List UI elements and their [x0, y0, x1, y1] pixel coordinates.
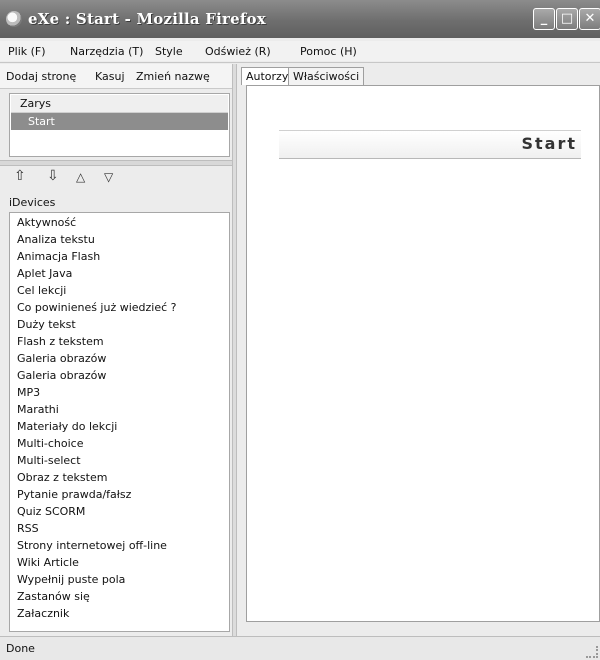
menu-refresh[interactable]: Odśwież (R) — [205, 45, 271, 58]
list-item[interactable]: Co powinieneś już wiedzieć ? — [17, 301, 177, 314]
list-item[interactable]: Duży tekst — [17, 318, 76, 331]
resize-grip-icon[interactable] — [586, 646, 598, 658]
move-down-icon[interactable]: ▽ — [104, 170, 113, 184]
list-item[interactable]: Materiały do lekcji — [17, 420, 117, 433]
page-title-bar: Start — [279, 130, 581, 159]
promote-icon[interactable]: ⇧ — [14, 168, 26, 184]
outline-move-controls: ⇧ ⇩ △ ▽ — [0, 166, 232, 190]
list-item[interactable]: Marathi — [17, 403, 59, 416]
menu-bar: Plik (F) Narzędzia (T) Style Odśwież (R)… — [0, 41, 600, 61]
list-item[interactable]: Pytanie prawda/fałsz — [17, 488, 131, 501]
outline-toolbar: Dodaj stronę Kasuj Zmień nazwę — [0, 64, 232, 89]
list-item[interactable]: Cel lekcji — [17, 284, 66, 297]
add-page-button[interactable]: Dodaj stronę — [6, 70, 76, 83]
menu-style[interactable]: Style — [155, 45, 183, 58]
window-title: eXe : Start - Mozilla Firefox — [28, 10, 266, 28]
status-text: Done — [6, 642, 35, 655]
move-up-icon[interactable]: △ — [76, 170, 85, 184]
menu-tools[interactable]: Narzędzia (T) — [70, 45, 143, 58]
list-item[interactable]: Flash z tekstem — [17, 335, 104, 348]
list-item[interactable]: Galeria obrazów — [17, 369, 106, 382]
list-item[interactable]: Aktywność — [17, 216, 76, 229]
status-bar: Done — [0, 636, 600, 660]
list-item[interactable]: Galeria obrazów — [17, 352, 106, 365]
list-item[interactable]: Analiza tekstu — [17, 233, 95, 246]
list-item[interactable]: Obraz z tekstem — [17, 471, 107, 484]
outline-tree: Zarys Start — [9, 93, 230, 157]
demote-icon[interactable]: ⇩ — [47, 168, 59, 184]
delete-button[interactable]: Kasuj — [95, 70, 125, 83]
list-item[interactable]: Strony internetowej off-line — [17, 539, 167, 552]
list-item[interactable]: Animacja Flash — [17, 250, 100, 263]
outline-header[interactable]: Zarys — [11, 95, 228, 113]
tab-content: Start — [246, 85, 600, 622]
maximize-button[interactable]: □ — [556, 8, 578, 30]
idevices-label: iDevices — [9, 196, 56, 209]
window-titlebar: eXe : Start - Mozilla Firefox _ □ ✕ — [0, 0, 600, 38]
list-item[interactable]: Multi-choice — [17, 437, 83, 450]
list-item[interactable]: Wiki Article — [17, 556, 79, 569]
firefox-icon — [6, 11, 22, 27]
list-item[interactable]: Aplet Java — [17, 267, 72, 280]
list-item[interactable]: RSS — [17, 522, 39, 535]
tab-authoring[interactable]: Autorzy — [241, 67, 294, 85]
tab-properties[interactable]: Właściwości — [288, 67, 365, 85]
editor-pane: Autorzy Właściwości Start — [237, 64, 600, 636]
idevices-list: Aktywność Analiza tekstu Animacja Flash … — [9, 212, 230, 632]
outline-root-label: Zarys — [20, 97, 52, 110]
outline-node-label: Start — [28, 115, 55, 128]
list-item[interactable]: Załacznik — [17, 607, 69, 620]
menu-help[interactable]: Pomoc (H) — [300, 45, 357, 58]
close-button[interactable]: ✕ — [579, 8, 600, 30]
outline-node-start[interactable]: Start — [11, 113, 228, 130]
list-item[interactable]: Zastanów się — [17, 590, 90, 603]
menu-divider — [0, 62, 600, 63]
page-title: Start — [521, 134, 577, 153]
list-item[interactable]: MP3 — [17, 386, 40, 399]
list-item[interactable]: Wypełnij puste pola — [17, 573, 125, 586]
list-item[interactable]: Quiz SCORM — [17, 505, 85, 518]
list-item[interactable]: Multi-select — [17, 454, 81, 467]
menu-file[interactable]: Plik (F) — [8, 45, 46, 58]
rename-button[interactable]: Zmień nazwę — [136, 70, 210, 83]
minimize-button[interactable]: _ — [533, 8, 555, 30]
